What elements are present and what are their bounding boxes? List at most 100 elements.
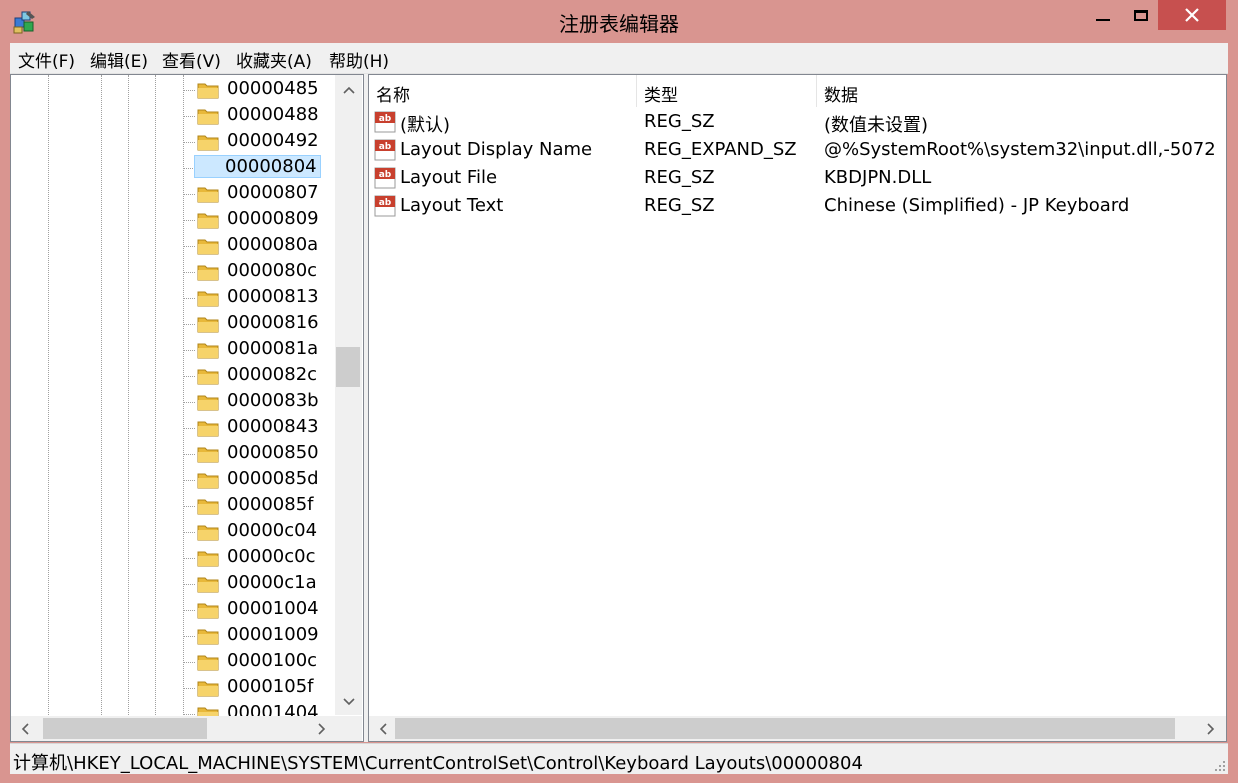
tree-horizontal-scrollbar[interactable] bbox=[11, 716, 335, 741]
tree-item[interactable]: 00000843 bbox=[11, 415, 335, 441]
regedit-window: 注册表编辑器 文件(F) 编辑(E) 查看(V) 收藏夹(A) 帮助(H) 00… bbox=[0, 0, 1238, 783]
values-list-pane[interactable]: 名称 类型 数据 ab (默认) REG_SZ (数值未设置) ab Layout Dis… bbox=[368, 74, 1227, 742]
status-bar: 计算机\HKEY_LOCAL_MACHINE\SYSTEM\CurrentCon… bbox=[10, 743, 1228, 774]
reg-string-icon: ab bbox=[374, 139, 396, 161]
scroll-down-button[interactable] bbox=[335, 689, 362, 715]
scroll-right-button[interactable] bbox=[308, 716, 335, 741]
tree-item[interactable]: 0000085f bbox=[11, 493, 335, 519]
scroll-left-button[interactable] bbox=[11, 716, 38, 741]
tree-item[interactable]: 0000105f bbox=[11, 675, 335, 701]
resize-grip-icon[interactable] bbox=[1214, 760, 1226, 772]
folder-icon bbox=[197, 314, 219, 334]
tree-item[interactable]: 00000813 bbox=[11, 285, 335, 311]
tree-item[interactable]: 0000082c bbox=[11, 363, 335, 389]
tree-item-label: 0000080a bbox=[227, 234, 319, 255]
minimize-button[interactable] bbox=[1080, 0, 1126, 30]
tree-item[interactable]: 00000c04 bbox=[11, 519, 335, 545]
maximize-icon bbox=[1134, 9, 1148, 21]
tree-item-label: 00000c0c bbox=[227, 546, 316, 567]
tree-item[interactable]: 00000485 bbox=[11, 77, 335, 103]
scroll-left-button[interactable] bbox=[369, 716, 396, 741]
maximize-button[interactable] bbox=[1126, 0, 1156, 30]
tree-item[interactable]: 00001004 bbox=[11, 597, 335, 623]
folder-icon bbox=[197, 444, 219, 464]
value-data: KBDJPN.DLL bbox=[824, 167, 932, 188]
values-horizontal-scrollbar[interactable] bbox=[369, 716, 1226, 741]
tree-item[interactable]: 0000080a bbox=[11, 233, 335, 259]
value-row[interactable]: ab Layout File REG_SZ KBDJPN.DLL bbox=[369, 164, 1226, 192]
tree-item[interactable]: 00000c0c bbox=[11, 545, 335, 571]
column-header-type[interactable]: 类型 bbox=[637, 75, 817, 107]
title-bar[interactable]: 注册表编辑器 bbox=[0, 0, 1238, 42]
tree-item[interactable]: 00000492 bbox=[11, 129, 335, 155]
tree-item[interactable]: 0000085d bbox=[11, 467, 335, 493]
tree-connector bbox=[183, 688, 195, 689]
values-horizontal-scroll-thumb[interactable] bbox=[395, 718, 1175, 739]
tree-item[interactable]: 00000c1a bbox=[11, 571, 335, 597]
close-button[interactable] bbox=[1158, 0, 1226, 30]
value-row[interactable]: ab (默认) REG_SZ (数值未设置) bbox=[369, 108, 1226, 136]
value-name: Layout File bbox=[400, 167, 498, 188]
column-header-name[interactable]: 名称 bbox=[369, 75, 637, 107]
tree-item-label: 0000085f bbox=[227, 494, 314, 515]
scroll-right-button[interactable] bbox=[1197, 716, 1224, 741]
value-data: Chinese (Simplified) - JP Keyboard bbox=[824, 195, 1130, 216]
folder-icon bbox=[197, 548, 219, 568]
svg-text:ab: ab bbox=[379, 198, 392, 208]
tree-vertical-scroll-thumb[interactable] bbox=[336, 347, 360, 387]
chevron-left-icon bbox=[379, 722, 387, 735]
tree-item-label: 00000850 bbox=[227, 442, 319, 463]
tree-item-label: 00000843 bbox=[227, 416, 319, 437]
tree-item[interactable]: 0000083b bbox=[11, 389, 335, 415]
value-data: @%SystemRoot%\system32\input.dll,-5072 bbox=[824, 139, 1216, 160]
reg-string-icon: ab bbox=[374, 111, 396, 133]
folder-icon bbox=[197, 340, 219, 360]
tree-connector bbox=[183, 142, 195, 143]
reg-string-icon: ab bbox=[374, 195, 396, 217]
tree-connector bbox=[183, 532, 195, 533]
tree-item[interactable]: 00000807 bbox=[11, 181, 335, 207]
folder-icon bbox=[197, 678, 219, 698]
tree-item[interactable]: 00000816 bbox=[11, 311, 335, 337]
menu-edit[interactable]: 编辑(E) bbox=[90, 47, 148, 72]
column-header-data[interactable]: 数据 bbox=[817, 75, 1226, 107]
tree-item[interactable]: 00000804 bbox=[11, 155, 335, 181]
tree-item-label: 0000105f bbox=[227, 676, 314, 697]
menu-view[interactable]: 查看(V) bbox=[162, 47, 221, 72]
folder-icon bbox=[197, 522, 219, 542]
tree-horizontal-scroll-thumb[interactable] bbox=[43, 718, 207, 739]
tree-connector bbox=[183, 428, 195, 429]
tree-connector bbox=[183, 662, 195, 663]
value-name: (默认) bbox=[400, 115, 451, 136]
tree-connector bbox=[183, 714, 195, 715]
tree-connector bbox=[183, 376, 195, 377]
scroll-up-button[interactable] bbox=[335, 77, 362, 103]
tree-item-label: 00000c04 bbox=[227, 520, 318, 541]
tree-connector bbox=[183, 272, 195, 273]
tree-item-label: 00001009 bbox=[227, 624, 319, 645]
tree-item-label: 00000492 bbox=[227, 130, 319, 151]
tree-item[interactable]: 00000488 bbox=[11, 103, 335, 129]
value-row[interactable]: ab Layout Text REG_SZ Chinese (Simplified) … bbox=[369, 192, 1226, 220]
menu-favorites[interactable]: 收藏夹(A) bbox=[236, 47, 312, 72]
tree-connector bbox=[183, 610, 195, 611]
value-type: REG_SZ bbox=[644, 195, 715, 216]
key-tree-pane[interactable]: 00000485 00000488 00000492 00000804 00000807… bbox=[10, 74, 364, 742]
scrollbar-corner bbox=[335, 716, 362, 741]
tree-item[interactable]: 0000100c bbox=[11, 649, 335, 675]
chevron-up-icon bbox=[342, 86, 355, 94]
tree-vertical-scrollbar[interactable] bbox=[335, 75, 362, 715]
folder-icon bbox=[197, 288, 219, 308]
tree-connector bbox=[183, 454, 195, 455]
tree-item[interactable]: 00001009 bbox=[11, 623, 335, 649]
value-row[interactable]: ab Layout Display Name REG_EXPAND_SZ @%Syst… bbox=[369, 136, 1226, 164]
value-name: Layout Text bbox=[400, 195, 504, 216]
tree-item-label: 00000816 bbox=[227, 312, 319, 333]
tree-item[interactable]: 00000850 bbox=[11, 441, 335, 467]
menu-file[interactable]: 文件(F) bbox=[18, 47, 75, 72]
tree-connector bbox=[183, 194, 195, 195]
tree-item[interactable]: 0000080c bbox=[11, 259, 335, 285]
tree-item[interactable]: 0000081a bbox=[11, 337, 335, 363]
menu-help[interactable]: 帮助(H) bbox=[329, 47, 389, 72]
tree-item[interactable]: 00000809 bbox=[11, 207, 335, 233]
